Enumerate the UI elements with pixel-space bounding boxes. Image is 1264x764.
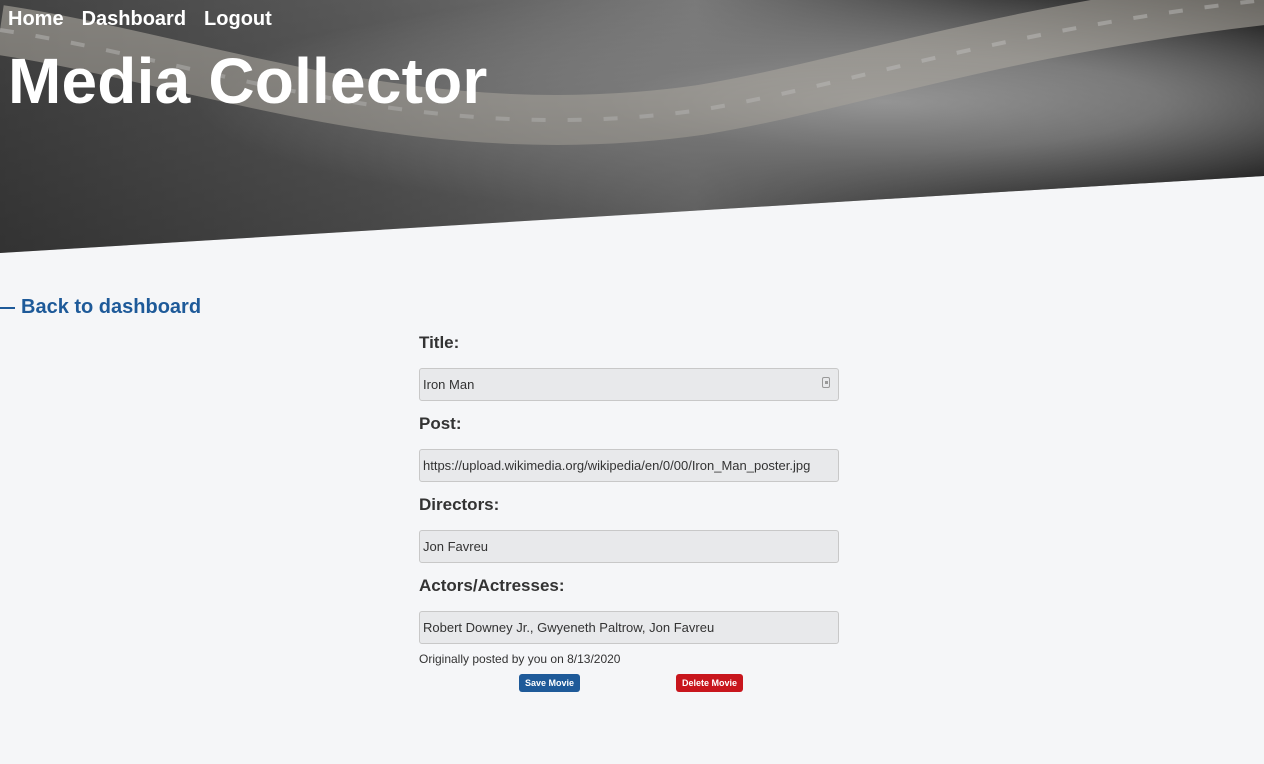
delete-movie-button[interactable]: Delete Movie (676, 674, 744, 692)
directors-input[interactable] (419, 530, 839, 563)
save-movie-button[interactable]: Save Movie (519, 674, 581, 692)
title-input[interactable] (419, 368, 839, 401)
title-label: Title: (419, 333, 460, 352)
form-actions: Save Movie Delete Movie (419, 666, 839, 696)
hero-banner (0, 0, 1264, 253)
back-to-dashboard-link[interactable]: Back to dashboard (0, 296, 201, 319)
posted-info: Originally posted by you on 8/13/2020 (419, 652, 621, 666)
title-field-wrap (419, 368, 839, 401)
password-manager-icon[interactable] (822, 377, 830, 388)
arrow-left-icon (0, 306, 15, 309)
edit-movie-form: Title: Post: Directors: Actors/Actresses… (419, 331, 839, 696)
nav-dashboard-link[interactable]: Dashboard (82, 8, 186, 31)
directors-label: Directors: (419, 495, 500, 514)
actors-label: Actors/Actresses: (419, 576, 565, 595)
top-nav: Home Dashboard Logout (8, 8, 272, 31)
nav-home-link[interactable]: Home (8, 8, 64, 31)
site-title: Media Collector (8, 45, 488, 117)
post-input[interactable] (419, 449, 839, 482)
post-label: Post: (419, 414, 462, 433)
back-link-label: Back to dashboard (21, 296, 202, 318)
nav-logout-link[interactable]: Logout (204, 8, 272, 31)
actors-input[interactable] (419, 611, 839, 644)
